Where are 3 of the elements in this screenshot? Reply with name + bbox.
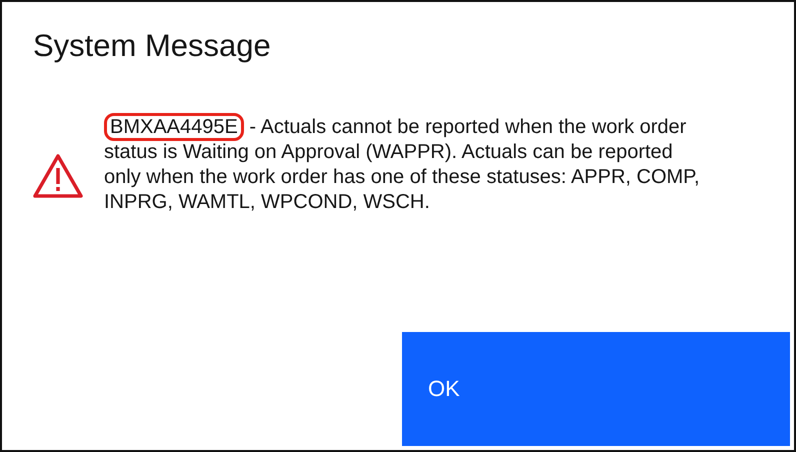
warning-icon xyxy=(32,153,84,199)
dialog-title: System Message xyxy=(33,28,272,64)
error-message: BMXAA4495E - Actuals cannot be reported when the work order status is Waiting on Approval (WAPPR). Actuals can be reported only when the work order has one of these statuses: APPR, COMP, INPRG, WAMTL, WPCOND, WSCH. xyxy=(102,110,708,220)
